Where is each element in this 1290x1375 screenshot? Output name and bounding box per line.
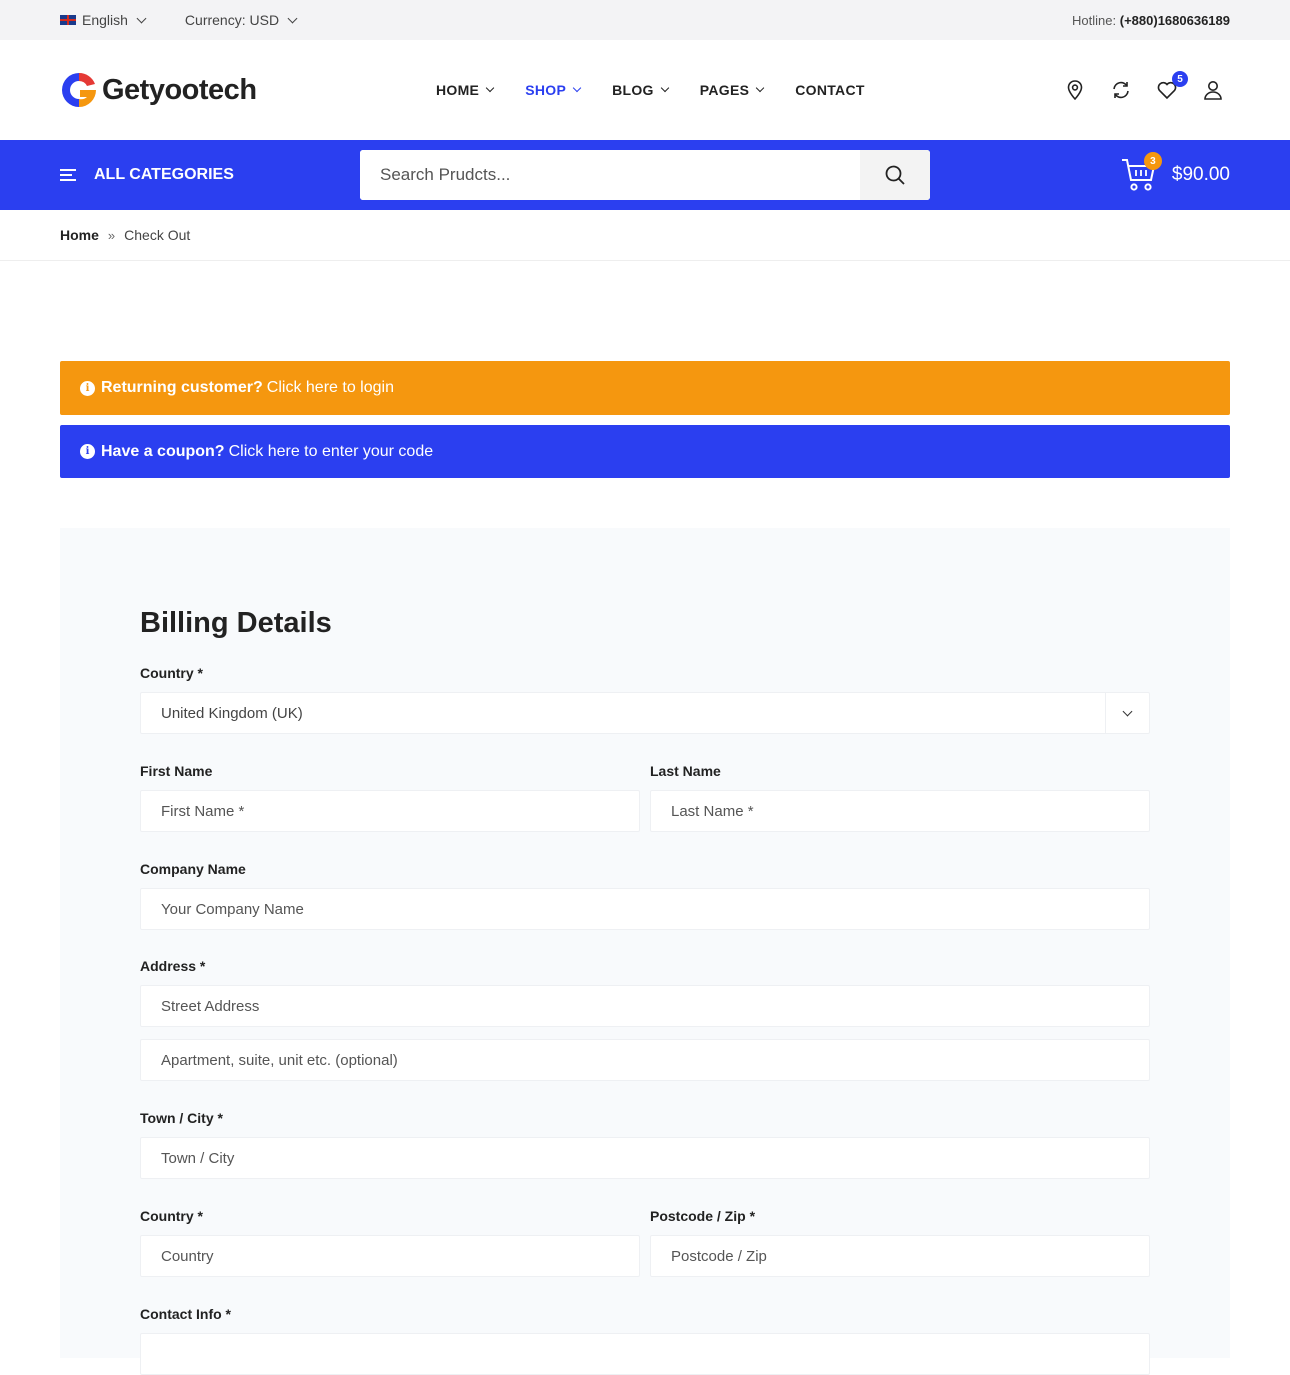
login-link[interactable]: Click here to login (267, 379, 394, 397)
country-select-value: United Kingdom (UK) (161, 704, 303, 722)
address-label: Address * (140, 958, 206, 974)
nav-shop[interactable]: SHOP (525, 82, 582, 98)
postcode-input[interactable] (650, 1235, 1150, 1277)
first-name-input[interactable] (140, 790, 640, 832)
hotline-number[interactable]: (+880)1680636189 (1120, 13, 1230, 28)
search-button[interactable] (860, 150, 930, 200)
chevron-down-icon (136, 13, 147, 23)
first-name-label: First Name (140, 763, 213, 779)
select-arrow (1105, 693, 1149, 733)
billing-panel: Billing Details Country * United Kingdom… (60, 528, 1230, 1375)
search-box (360, 150, 930, 200)
last-name-label: Last Name (650, 763, 721, 779)
language-label: English (82, 12, 128, 28)
nav-shop-label: SHOP (525, 82, 567, 98)
location-icon[interactable] (1064, 79, 1086, 101)
chevron-down-icon (485, 83, 495, 93)
apartment-input[interactable] (140, 1039, 1150, 1081)
returning-customer-notice: i Returning customer? Click here to logi… (60, 361, 1230, 415)
compare-icon[interactable] (1110, 79, 1132, 101)
top-bar: English Currency: USD Hotline: (+880)168… (0, 0, 1290, 40)
breadcrumb: Home » Check Out (0, 210, 1290, 261)
contact-info-label: Contact Info * (140, 1306, 231, 1322)
country-input[interactable] (140, 1235, 640, 1277)
town-city-input[interactable] (140, 1137, 1150, 1179)
main-nav: HOME SHOP BLOG PAGES CONTACT (436, 40, 865, 140)
info-icon: i (80, 380, 95, 396)
nav-pages[interactable]: PAGES (699, 82, 765, 98)
breadcrumb-separator: » (107, 227, 116, 243)
cart-total: $90.00 (1171, 164, 1230, 185)
company-name-label: Company Name (140, 861, 246, 877)
nav-home-label: HOME (436, 82, 480, 98)
cart-count-badge: 3 (1143, 152, 1162, 170)
country-label: Country * (140, 665, 203, 681)
language-selector[interactable]: English (60, 12, 147, 28)
currency-label: Currency: USD (184, 12, 280, 28)
all-categories-button[interactable]: ALL CATEGORIES (60, 166, 234, 184)
top-bar-left: English Currency: USD (60, 12, 298, 28)
cart-button[interactable]: 3 $90.00 (1120, 140, 1230, 210)
header-icons: 5 (1064, 40, 1224, 140)
logo-mark-icon (62, 72, 96, 107)
nav-contact[interactable]: CONTACT (795, 82, 865, 98)
menu-icon (60, 169, 76, 181)
hotline: Hotline: (+880)1680636189 (1072, 13, 1230, 28)
nav-blog-label: BLOG (612, 82, 654, 98)
town-city-label: Town / City * (140, 1110, 223, 1126)
chevron-down-icon (660, 83, 669, 93)
all-categories-label: ALL CATEGORIES (94, 166, 234, 183)
breadcrumb-home-link[interactable]: Home (60, 227, 99, 243)
nav-pages-label: PAGES (699, 82, 750, 98)
chevron-down-icon (755, 83, 765, 93)
site-logo[interactable]: Getyootech (60, 71, 257, 109)
company-name-input[interactable] (140, 888, 1150, 930)
coupon-question-text: Have a coupon? (101, 442, 225, 460)
search-icon (885, 165, 905, 185)
breadcrumb-current: Check Out (124, 227, 191, 243)
hotline-label: Hotline: (1072, 12, 1117, 28)
contact-info-input[interactable] (140, 1333, 1150, 1375)
currency-selector[interactable]: Currency: USD (184, 12, 298, 28)
billing-title: Billing Details (140, 607, 332, 639)
returning-customer-text: Returning customer? (101, 379, 263, 396)
nav-blog[interactable]: BLOG (612, 82, 669, 98)
uk-flag-icon (60, 15, 76, 25)
postcode-label: Postcode / Zip * (650, 1208, 756, 1224)
logo-text: Getyootech (102, 73, 257, 106)
user-icon[interactable] (1202, 79, 1224, 101)
info-icon: i (80, 444, 95, 459)
category-search-bar: ALL CATEGORIES 3 $90.00 (0, 140, 1290, 210)
wishlist-button[interactable]: 5 (1156, 71, 1188, 101)
street-address-input[interactable] (140, 985, 1150, 1027)
enter-coupon-link[interactable]: Click here to enter your code (229, 443, 434, 461)
cart-icon-wrap: 3 (1120, 152, 1162, 194)
nav-contact-label: CONTACT (795, 82, 865, 98)
chevron-down-icon (1122, 706, 1133, 716)
chevron-down-icon (287, 13, 298, 23)
last-name-input[interactable] (650, 790, 1150, 832)
wishlist-count-badge: 5 (1172, 71, 1188, 87)
search-input[interactable] (360, 150, 860, 200)
country-select[interactable]: United Kingdom (UK) (140, 692, 1150, 734)
main-header: Getyootech HOME SHOP BLOG PAGES CONTACT (0, 40, 1290, 140)
coupon-notice: i Have a coupon? Click here to enter you… (60, 425, 1230, 478)
country-field-label: Country * (140, 1208, 203, 1224)
nav-home[interactable]: HOME (436, 82, 495, 98)
chevron-down-icon (572, 83, 582, 93)
